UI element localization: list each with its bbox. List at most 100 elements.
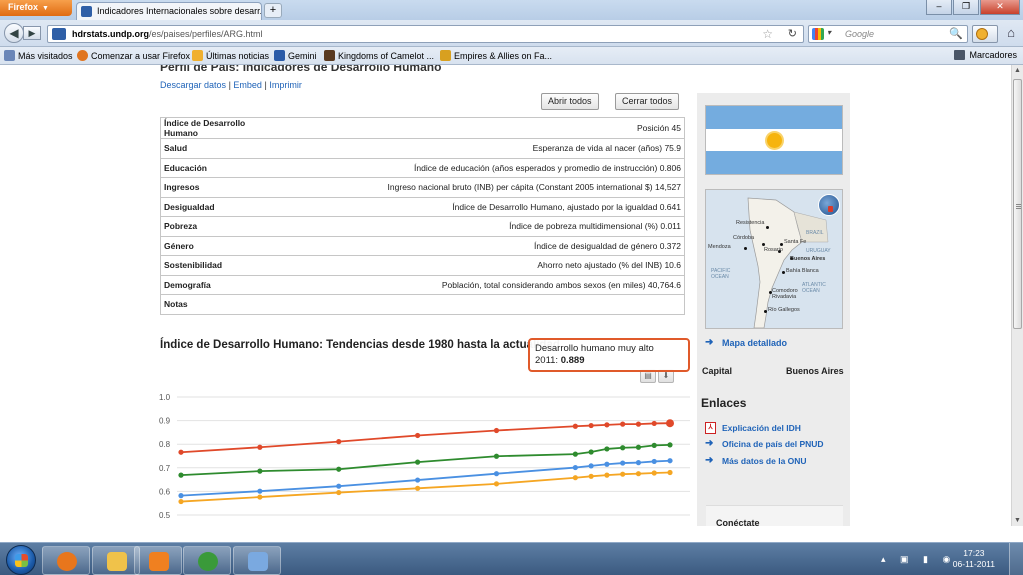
indicator-row[interactable]: Educación Índice de educación (años esper…	[160, 158, 685, 178]
data-point[interactable]	[620, 460, 626, 466]
indicator-row[interactable]: Pobreza Índice de pobreza multidimensiona…	[160, 216, 685, 237]
data-point[interactable]	[415, 459, 421, 465]
taskbar-explorer[interactable]	[92, 546, 140, 575]
data-point[interactable]	[604, 446, 610, 452]
data-point[interactable]	[257, 468, 263, 474]
bookmark-getting-started[interactable]: Comenzar a usar Firefox	[77, 50, 190, 61]
data-point[interactable]	[493, 471, 500, 477]
data-point[interactable]	[666, 419, 674, 428]
data-point[interactable]	[178, 493, 184, 499]
scroll-down-icon[interactable]: ▼	[1014, 517, 1021, 524]
data-point[interactable]	[336, 489, 342, 496]
data-point[interactable]	[588, 449, 594, 455]
forward-button[interactable]: ▶	[23, 26, 41, 40]
indicator-row[interactable]: Sostenibilidad Ahorro neto ajustado (% de…	[160, 255, 685, 276]
bookmark-star-icon[interactable]: ☆	[762, 27, 773, 41]
search-input[interactable]: ▾ Google 🔍	[808, 25, 968, 43]
taskbar-paint[interactable]	[233, 546, 281, 575]
browser-tab[interactable]: Indicadores Internacionales sobre desarr…	[76, 2, 262, 20]
clock[interactable]: 17:23 06-11-2011	[953, 548, 995, 570]
minimize-button[interactable]: –	[926, 0, 952, 15]
reload-icon[interactable]: ↻	[788, 27, 797, 40]
bookmark-kingdoms[interactable]: Kingdoms of Camelot ...	[324, 50, 434, 61]
data-point[interactable]	[604, 472, 610, 478]
data-point[interactable]	[635, 444, 642, 450]
bookmark-latest-news[interactable]: Últimas noticias	[192, 50, 269, 61]
detailed-map-link[interactable]: ➜ Mapa detallado	[705, 337, 787, 348]
data-point[interactable]	[572, 475, 578, 481]
indicator-row[interactable]: Índice de Desarrollo Humano Posición 45	[160, 117, 685, 139]
data-point[interactable]	[572, 451, 578, 457]
indicator-row[interactable]: Notas	[160, 294, 685, 315]
site-identity-icon[interactable]	[52, 28, 66, 40]
data-point[interactable]	[651, 420, 657, 427]
firefox-menu-button[interactable]: Firefox ▼	[0, 0, 72, 16]
maximize-button[interactable]: ❐	[953, 0, 979, 15]
data-point[interactable]	[336, 466, 342, 472]
scroll-up-icon[interactable]: ▲	[1014, 67, 1021, 74]
data-point[interactable]	[651, 458, 657, 465]
data-point[interactable]	[178, 472, 184, 478]
data-point[interactable]	[257, 488, 263, 494]
data-point[interactable]	[635, 471, 642, 477]
close-all-button[interactable]: Cerrar todos	[615, 93, 680, 110]
series-line[interactable]	[180, 471, 671, 503]
vertical-scrollbar[interactable]: ▲ ▼	[1011, 65, 1023, 526]
data-point[interactable]	[572, 423, 578, 429]
print-link[interactable]: Imprimir	[269, 80, 302, 90]
data-point[interactable]	[493, 453, 500, 459]
data-point[interactable]	[604, 461, 610, 467]
new-tab-button[interactable]: +	[264, 3, 282, 18]
data-point[interactable]	[493, 427, 500, 434]
indicator-row[interactable]: Ingresos Ingreso nacional bruto (INB) per…	[160, 177, 685, 198]
address-bar[interactable]: hdrstats.undp.org/es/paises/perfiles/ARG…	[47, 25, 804, 43]
data-point[interactable]	[588, 422, 594, 429]
indicator-row[interactable]: Desigualdad Índice de Desarrollo Humano, …	[160, 197, 685, 217]
data-point[interactable]	[588, 463, 594, 469]
taskbar-media[interactable]	[134, 546, 182, 575]
indicator-row[interactable]: Salud Esperanza de vida al nacer (años) 7…	[160, 138, 685, 159]
data-point[interactable]	[620, 421, 626, 427]
data-point[interactable]	[415, 432, 421, 439]
data-point[interactable]	[620, 445, 626, 451]
search-icon[interactable]: 🔍	[949, 27, 963, 40]
data-point[interactable]	[588, 473, 594, 479]
bookmarks-menu[interactable]: Marcadores	[954, 50, 1017, 60]
un-data-link[interactable]: ➜ Más datos de la ONU	[705, 455, 807, 466]
close-window-button[interactable]: ✕	[980, 0, 1020, 15]
data-point[interactable]	[604, 422, 610, 428]
addon-button[interactable]	[972, 25, 998, 43]
taskbar-firefox[interactable]	[42, 546, 90, 575]
bookmark-empires[interactable]: Empires & Allies on Fa...	[440, 50, 552, 61]
data-point[interactable]	[651, 442, 657, 448]
show-desktop-button[interactable]	[1009, 543, 1023, 575]
indicator-row[interactable]: Demografía Población, total considerando …	[160, 275, 685, 295]
bookmark-most-visited[interactable]: Más visitados	[4, 50, 73, 61]
country-map[interactable]: Resistencia Córdoba Santa Fe Mendoza Ros…	[705, 189, 843, 329]
data-point[interactable]	[651, 470, 657, 476]
bookmark-gemini[interactable]: Gemini	[274, 50, 317, 61]
home-icon[interactable]: ⌂	[1002, 25, 1020, 43]
taskbar-network[interactable]	[183, 546, 231, 575]
data-point[interactable]	[635, 460, 642, 466]
data-point[interactable]	[257, 494, 263, 500]
tray-icons[interactable]: ▴ ▣ ▮ ◉	[881, 554, 956, 565]
data-point[interactable]	[415, 485, 421, 491]
data-point[interactable]	[620, 471, 626, 477]
indicator-row[interactable]: Género Índice de desigualdad de género 0.…	[160, 236, 685, 256]
data-point[interactable]	[635, 421, 642, 427]
data-point[interactable]	[415, 477, 421, 483]
data-point[interactable]	[493, 481, 500, 487]
back-button[interactable]: ◀	[4, 23, 24, 43]
open-all-button[interactable]: Abrir todos	[541, 93, 599, 110]
series-line[interactable]	[180, 459, 671, 497]
google-engine-icon[interactable]	[812, 28, 824, 40]
data-point[interactable]	[257, 444, 263, 450]
download-data-link[interactable]: Descargar datos	[160, 80, 226, 90]
start-button[interactable]	[6, 545, 36, 575]
undp-office-link[interactable]: ➜ Oficina de país del PNUD	[705, 438, 824, 449]
engine-dropdown-icon[interactable]: ▾	[827, 28, 831, 37]
data-point[interactable]	[572, 464, 578, 471]
scrollbar-thumb[interactable]	[1013, 79, 1022, 329]
data-point[interactable]	[336, 439, 342, 445]
